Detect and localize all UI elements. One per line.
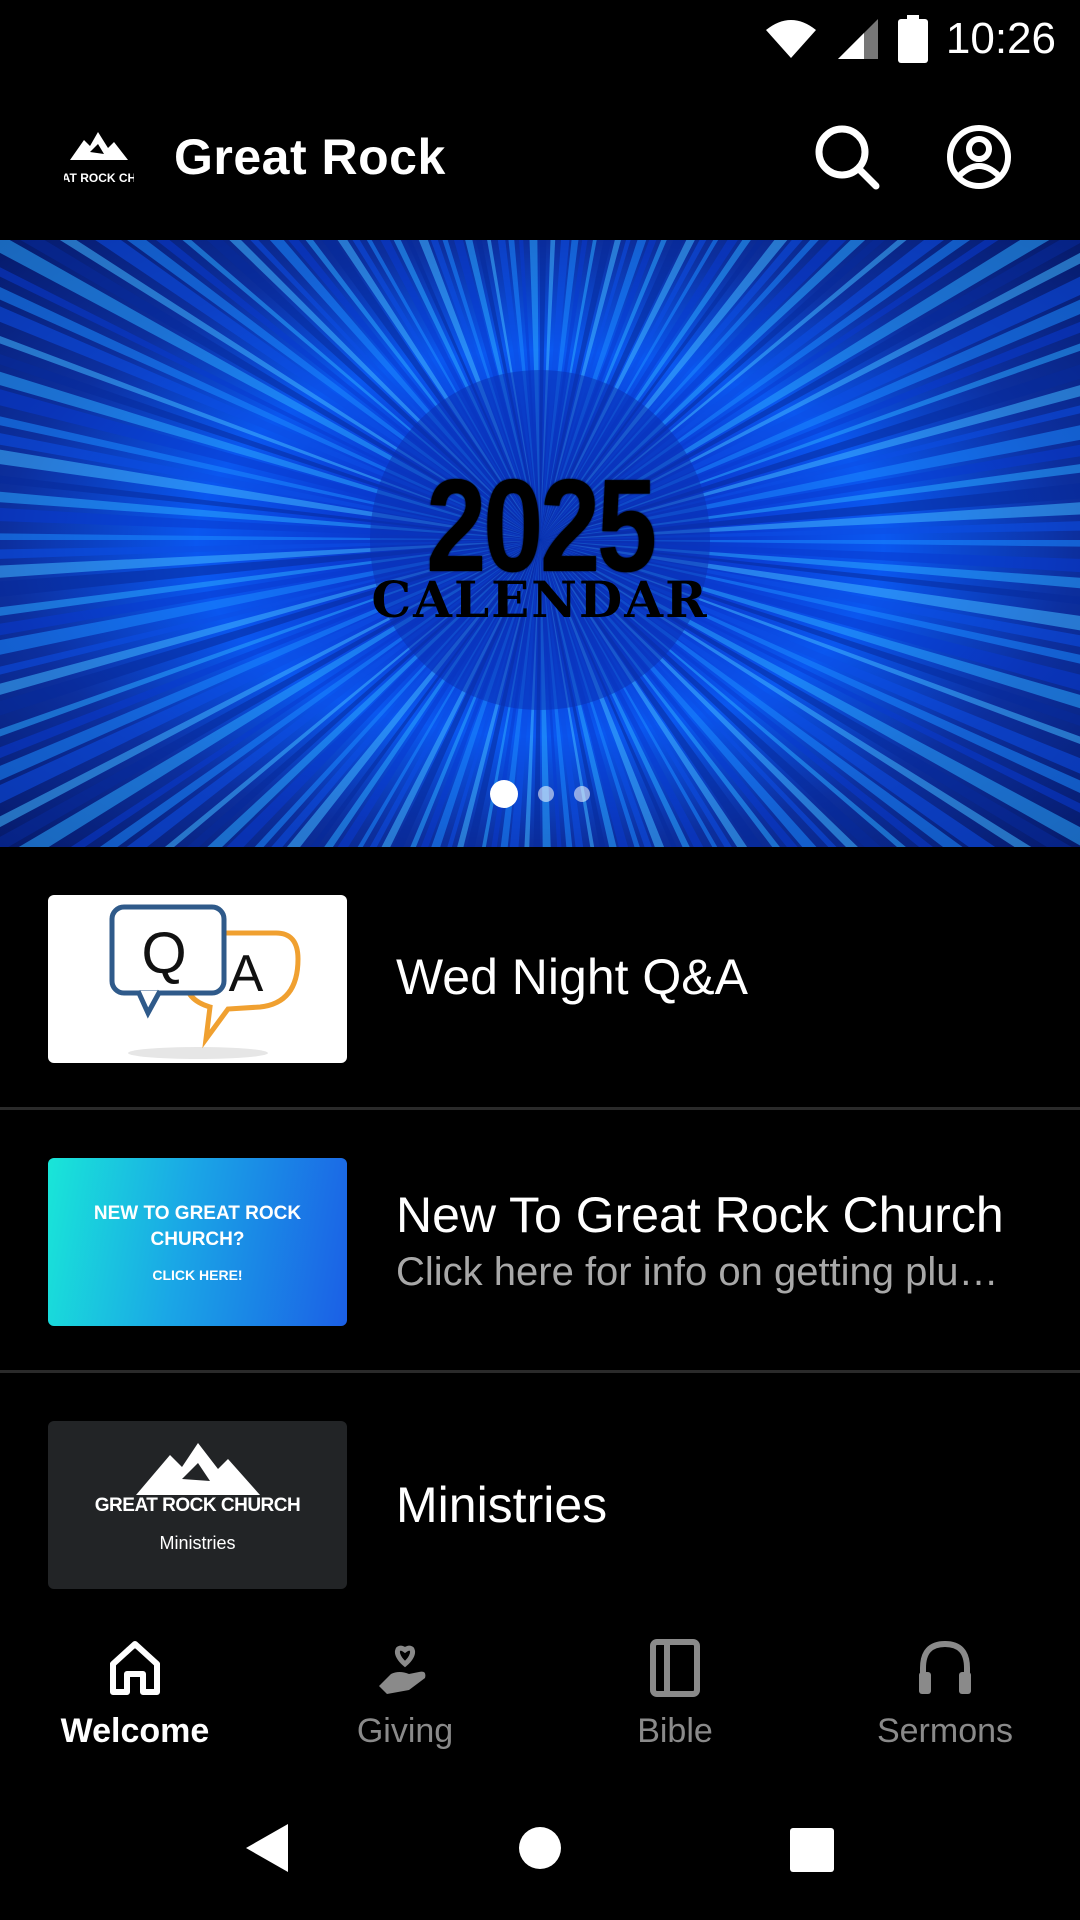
church-logo-icon: AT ROCK CH: [64, 132, 134, 185]
new-to-church-thumbnail: NEW TO GREAT ROCK CHURCH? CLICK HERE!: [48, 1158, 347, 1326]
carousel-dot[interactable]: [538, 786, 554, 802]
app-title: Great Rock: [174, 129, 446, 185]
list-item-title: New To Great Rock Church: [396, 1186, 1004, 1243]
list-item-title: Ministries: [396, 1476, 608, 1533]
headphones-icon: [919, 1640, 971, 1694]
mountain-logo-icon: [136, 1443, 260, 1495]
book-icon: [650, 1639, 700, 1697]
search-icon[interactable]: [812, 122, 882, 192]
wifi-icon: [765, 20, 816, 58]
list-item-text: Ministries: [396, 1373, 1040, 1636]
back-icon[interactable]: [238, 1818, 298, 1878]
thumb-brand: GREAT ROCK CHURCH: [94, 1495, 301, 1516]
account-circle-icon[interactable]: [944, 122, 1014, 192]
carousel-indicator: [0, 780, 1080, 808]
list-item-text: New To Great Rock Church Click here for …: [396, 1110, 1040, 1370]
giving-hand-heart-icon: [379, 1645, 426, 1694]
status-icons: 10:26: [764, 10, 1056, 68]
qa-bubbles-icon: Q A: [109, 904, 301, 1059]
qa-thumb-q: Q: [141, 921, 186, 986]
home-circle-icon[interactable]: [510, 1818, 570, 1878]
nav-tab-giving[interactable]: Giving: [270, 1608, 540, 1778]
status-bar: 10:26: [0, 0, 1080, 78]
list-item-text: Wed Night Q&A: [396, 847, 1040, 1107]
nav-label: Giving: [356, 1712, 454, 1750]
carousel-dot-active[interactable]: [490, 780, 518, 808]
home-icon: [110, 1641, 160, 1695]
ministries-thumbnail: GREAT ROCK CHURCH Ministries: [48, 1421, 347, 1589]
recents-square-icon[interactable]: [780, 1818, 840, 1878]
system-navigation-bar: [0, 1778, 1080, 1920]
app-bar: AT ROCK CH Great Rock: [0, 78, 1080, 240]
list-item-new-to-church[interactable]: NEW TO GREAT ROCK CHURCH? CLICK HERE! Ne…: [0, 1110, 1080, 1373]
svg-text:AT ROCK CH: AT ROCK CH: [64, 171, 134, 185]
list-item-subtitle: Click here for info on getting plu…: [396, 1249, 999, 1294]
thumb-line-3: CLICK HERE!: [152, 1267, 243, 1283]
qa-thumbnail: Q A: [48, 895, 347, 1063]
hero-carousel[interactable]: 2025 CALENDAR: [0, 240, 1080, 847]
qa-thumb-a: A: [229, 945, 264, 1003]
list-item-ministries[interactable]: GREAT ROCK CHURCH Ministries Ministries: [0, 1373, 1080, 1636]
cell-signal-icon: [837, 19, 878, 59]
content-list: Q A Wed Night Q&A NEW TO GREAT ROCK CHUR…: [0, 847, 1080, 1636]
status-time: 10:26: [945, 14, 1056, 63]
bottom-navigation: Welcome Giving Bible Sermons: [0, 1608, 1080, 1778]
nav-tab-bible[interactable]: Bible: [540, 1608, 810, 1778]
hero-subtitle: CALENDAR: [371, 570, 709, 629]
nav-label: Welcome: [60, 1712, 210, 1750]
thumb-sub: Ministries: [159, 1533, 236, 1553]
carousel-dot[interactable]: [574, 786, 590, 802]
nav-label: Bible: [637, 1712, 713, 1750]
battery-icon: [897, 15, 928, 63]
nav-tab-welcome[interactable]: Welcome: [0, 1608, 270, 1778]
list-item-qa[interactable]: Q A Wed Night Q&A: [0, 847, 1080, 1110]
list-item-title: Wed Night Q&A: [396, 949, 749, 1005]
nav-tab-sermons[interactable]: Sermons: [810, 1608, 1080, 1778]
thumb-line-1: NEW TO GREAT ROCK: [93, 1203, 302, 1224]
nav-label: Sermons: [876, 1712, 1014, 1750]
thumb-line-2: CHURCH?: [150, 1229, 245, 1250]
